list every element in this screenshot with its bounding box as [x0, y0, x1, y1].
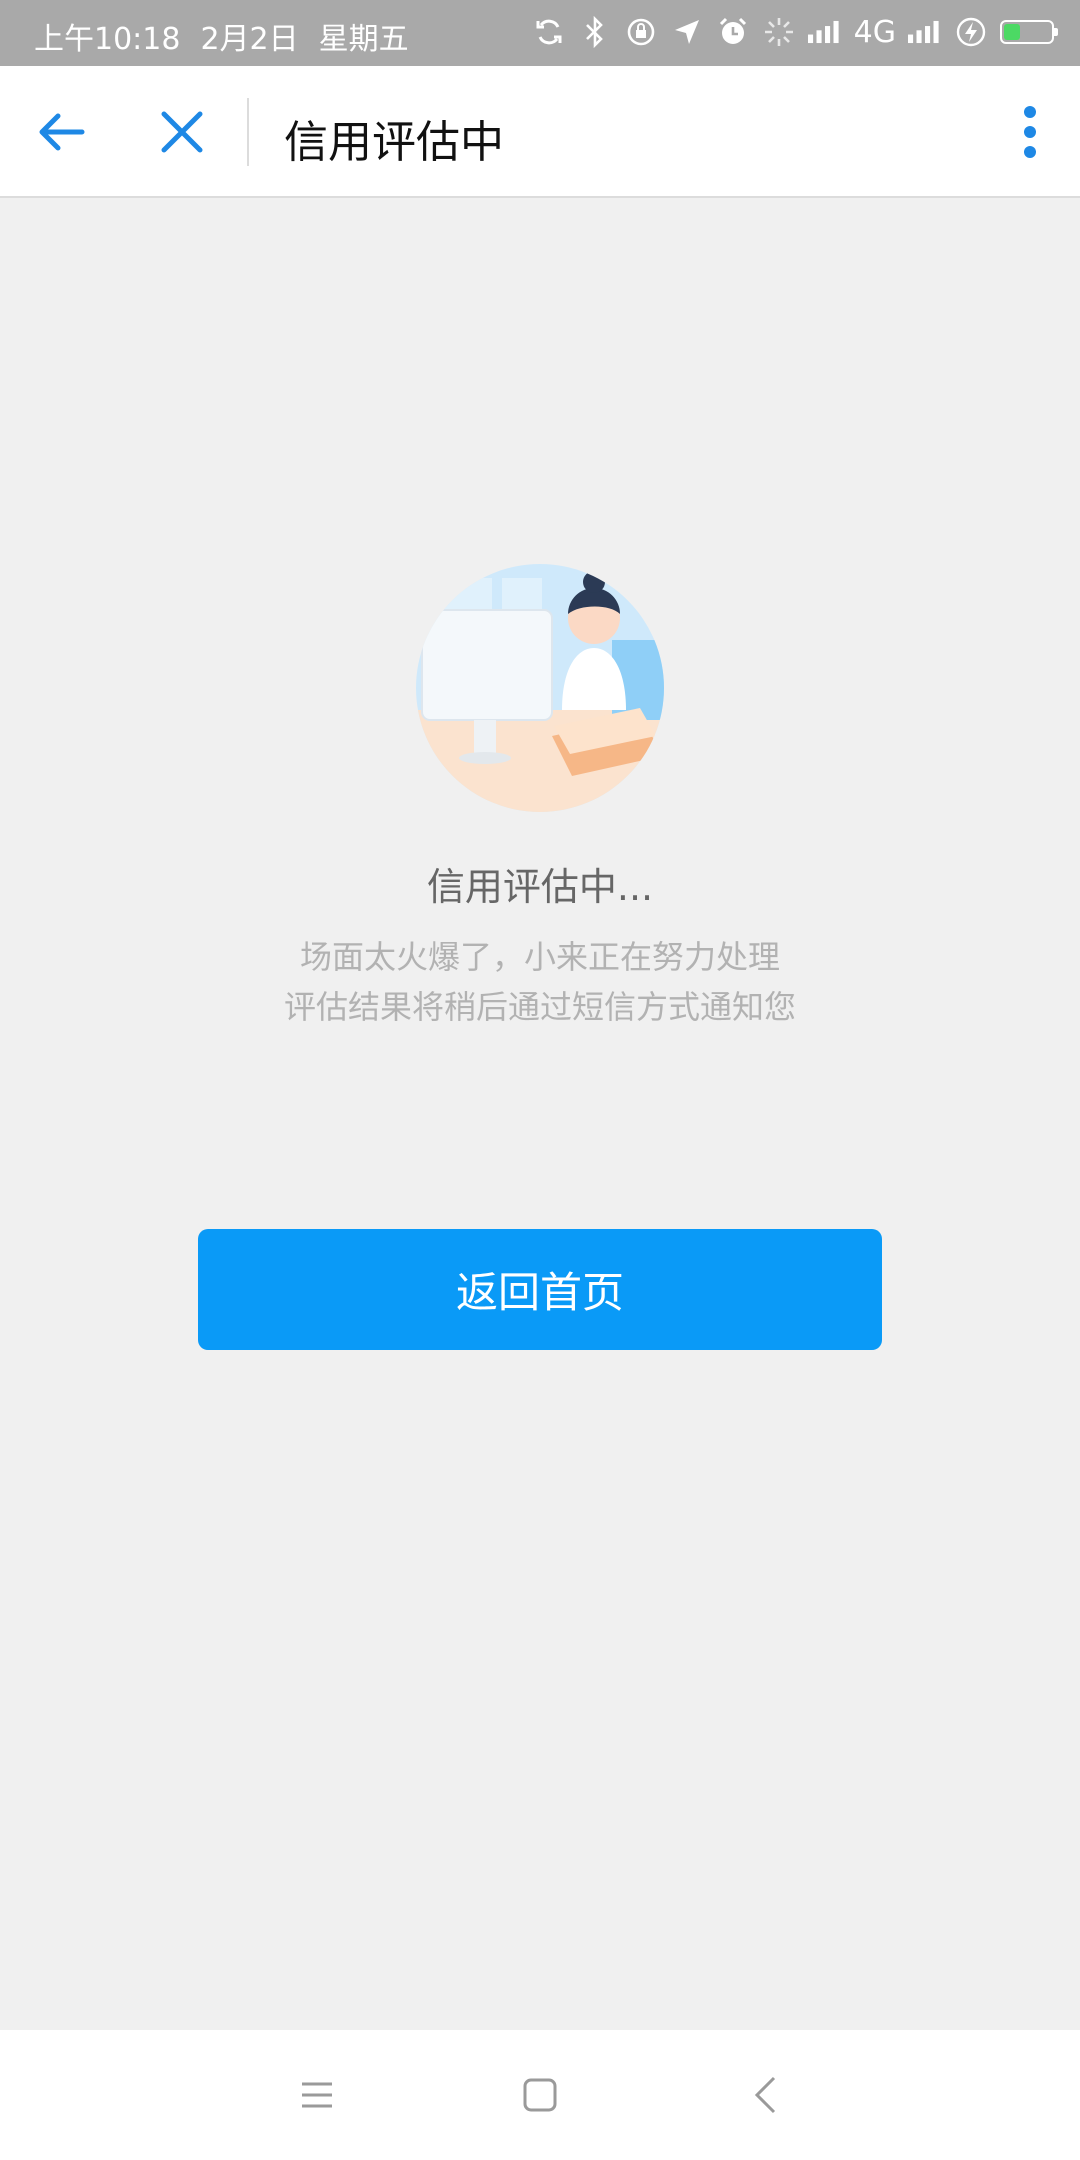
- more-options-icon[interactable]: [1010, 102, 1050, 162]
- status-bar: 上午10:18 2月2日 星期五 4G: [0, 0, 1080, 66]
- page-title: 信用评估中: [284, 117, 504, 168]
- menu-icon[interactable]: [292, 2070, 342, 2120]
- back-arrow-icon[interactable]: [32, 102, 92, 162]
- back-icon[interactable]: [742, 2070, 792, 2120]
- status-time-group: 上午10:18 2月2日 星期五: [34, 14, 409, 58]
- status-description-line1: 场面太火爆了，小来正在努力处理: [299, 938, 780, 976]
- close-icon[interactable]: [152, 102, 212, 162]
- network-type: 4G: [853, 14, 896, 50]
- status-time: 上午10:18: [34, 22, 181, 57]
- status-date: 2月2日: [200, 22, 299, 57]
- rotation-lock-icon: [624, 12, 658, 52]
- status-description-line2: 评估结果将稍后通过短信方式通知您: [283, 988, 796, 1026]
- loading-icon: [762, 12, 796, 52]
- charging-icon: [954, 12, 988, 52]
- battery-icon: [1000, 20, 1058, 44]
- evaluation-illustration: [412, 560, 668, 816]
- status-weekday: 星期五: [318, 22, 409, 57]
- status-title: 信用评估中...: [426, 865, 654, 909]
- signal-icon: [807, 12, 842, 52]
- alarm-icon: [716, 12, 750, 52]
- return-home-button[interactable]: 返回首页: [198, 1229, 882, 1350]
- sync-icon: [532, 12, 566, 52]
- nav-divider: [247, 98, 249, 166]
- signal-icon: [908, 12, 942, 52]
- battery-fill: [1004, 24, 1020, 40]
- top-nav-bar: 信用评估中: [0, 66, 1080, 198]
- location-icon: [670, 12, 704, 52]
- system-nav-bar: [0, 2030, 1080, 2160]
- home-icon[interactable]: [515, 2070, 565, 2120]
- status-icons: 4G: [532, 12, 1058, 52]
- bluetooth-icon: [578, 12, 612, 52]
